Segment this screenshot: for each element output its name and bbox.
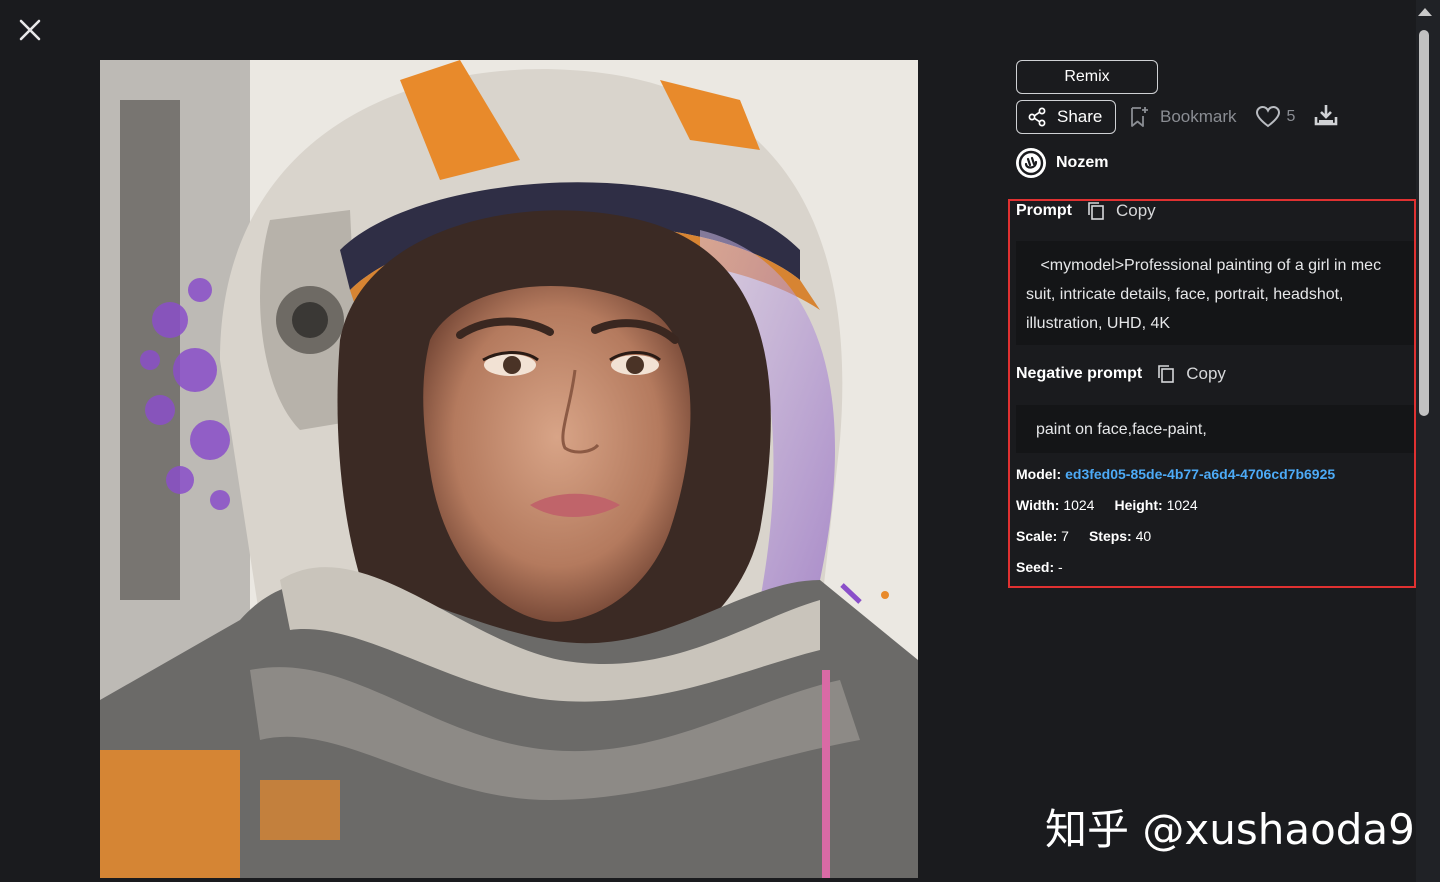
download-icon: [1313, 102, 1339, 133]
scroll-up-arrow[interactable]: [1418, 8, 1432, 16]
share-icon: [1027, 107, 1047, 127]
copy-icon: [1156, 364, 1176, 384]
negative-prompt-text: paint on face,face-paint,: [1016, 405, 1414, 453]
action-bar: Share Bookmark 5: [1016, 100, 1339, 134]
heart-icon: [1255, 105, 1281, 129]
width-value: 1024: [1063, 497, 1095, 513]
scale-steps-row: Scale: 7 Steps: 40: [1016, 528, 1171, 544]
negative-prompt-label: Negative prompt: [1016, 365, 1143, 382]
author-name[interactable]: Nozem: [1056, 154, 1108, 172]
copy-negative-prompt-label: Copy: [1186, 364, 1226, 383]
share-label: Share: [1057, 107, 1103, 126]
dimensions-row: Width: 1024 Height: 1024: [1016, 497, 1218, 513]
model-key: Model:: [1016, 466, 1062, 482]
prompt-header: Prompt Copy: [1016, 201, 1156, 221]
prompt-line-1: <mymodel>Professional painting of a girl…: [1036, 257, 1382, 274]
bookmark-button[interactable]: Bookmark: [1128, 105, 1237, 129]
prompt-label: Prompt: [1016, 202, 1072, 219]
author[interactable]: Nozem: [1016, 148, 1108, 178]
prompt-text: <mymodel>Professional painting of a girl…: [1016, 241, 1414, 345]
prompt-line-3: illustration, UHD, 4K: [1026, 315, 1171, 332]
width-key: Width:: [1016, 497, 1060, 513]
like-button[interactable]: 5: [1255, 105, 1296, 129]
download-button[interactable]: [1313, 102, 1339, 133]
copy-icon: [1086, 201, 1106, 221]
close-button[interactable]: [14, 14, 46, 46]
seed-value: -: [1058, 559, 1063, 575]
remix-button[interactable]: Remix: [1016, 60, 1158, 94]
scale-value: 7: [1061, 528, 1069, 544]
negative-prompt-header: Negative prompt Copy: [1016, 364, 1226, 384]
like-count: 5: [1286, 108, 1296, 125]
share-button[interactable]: Share: [1016, 100, 1116, 134]
seed-row: Seed: -: [1016, 559, 1063, 575]
generation-info-box: Prompt Copy <mymodel>Professional painti…: [1008, 199, 1416, 588]
seed-key: Seed:: [1016, 559, 1055, 575]
steps-value: 40: [1135, 528, 1152, 544]
close-icon: [14, 14, 46, 46]
height-key: Height:: [1114, 497, 1163, 513]
scale-key: Scale:: [1016, 528, 1058, 544]
bookmark-icon: [1128, 105, 1150, 129]
image-viewer-modal: Remix Share Bookmark 5 Nozem Prompt Copy…: [0, 0, 1440, 882]
steps-key: Steps:: [1088, 528, 1132, 544]
copy-prompt-button[interactable]: Copy: [1086, 201, 1156, 221]
model-row: Model: ed3fed05-85de-4b77-a6d4-4706cd7b6…: [1016, 466, 1335, 482]
scrollbar-thumb[interactable]: [1419, 30, 1429, 416]
generated-image: [100, 60, 918, 878]
watermark: 知乎 @xushaoda9: [1045, 805, 1415, 854]
copy-negative-prompt-button[interactable]: Copy: [1156, 364, 1226, 384]
civitai-logo-icon: [1016, 148, 1046, 178]
model-link[interactable]: ed3fed05-85de-4b77-a6d4-4706cd7b6925: [1065, 466, 1335, 482]
height-value: 1024: [1166, 497, 1198, 513]
prompt-line-2: suit, intricate details, face, portrait,…: [1026, 286, 1344, 303]
copy-prompt-label: Copy: [1116, 201, 1156, 220]
bookmark-label: Bookmark: [1160, 107, 1237, 126]
